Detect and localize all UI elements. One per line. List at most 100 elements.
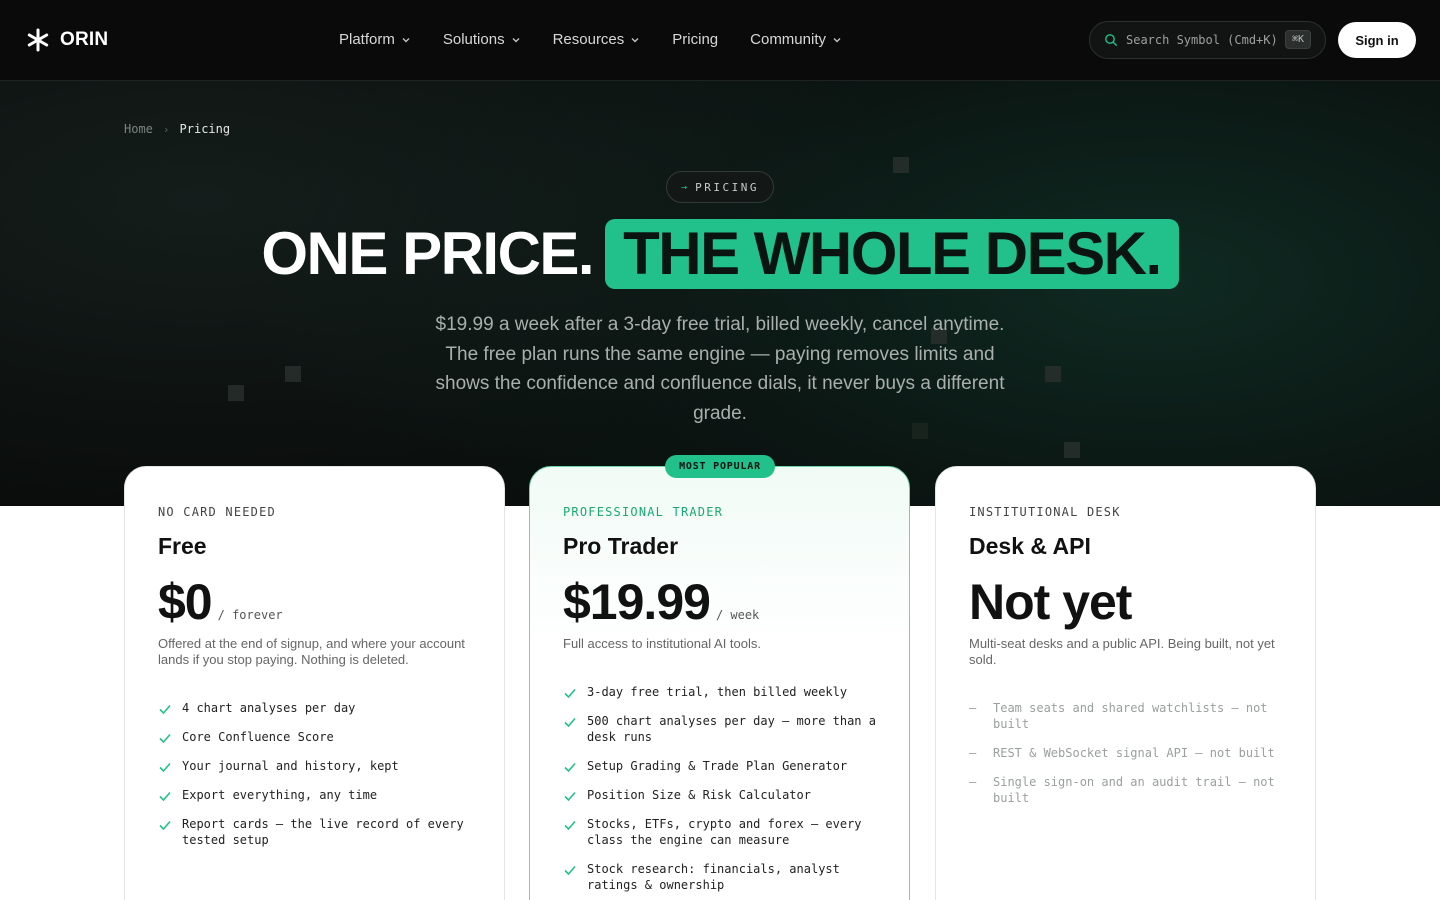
plan-name: Pro Trader: [563, 533, 679, 559]
feature-text: 3-day free trial, then billed weekly: [587, 685, 848, 699]
nav-item-resources[interactable]: Resources: [553, 31, 641, 48]
check-icon: [564, 820, 576, 831]
most-popular-badge: MOST POPULAR: [665, 455, 775, 478]
plan-eyebrow: NO CARD NEEDED: [158, 505, 276, 519]
check-icon: [564, 717, 576, 728]
decor-square: [285, 366, 301, 382]
plan-price: Not yet: [969, 574, 1132, 630]
nav-item-label: Resources: [552, 31, 625, 48]
feature-list: 3-day free trial, then billed weekly 500…: [563, 684, 876, 893]
nav-item-label: Platform: [339, 31, 395, 48]
decor-square: [1064, 442, 1080, 458]
nav-item-pricing[interactable]: Pricing: [672, 31, 718, 48]
chevron-down-icon: [833, 37, 841, 42]
breadcrumb-current: Pricing: [179, 122, 231, 136]
price-row: Not yet: [969, 574, 1282, 630]
brand-name: ORIN: [60, 29, 109, 50]
check-icon: [159, 762, 171, 773]
plan-card-pro: PROFESSIONAL TRADER Pro Trader $19.99 / …: [529, 466, 910, 900]
plan-name: Free: [158, 533, 207, 559]
feature-text: Your journal and history, kept: [182, 759, 399, 773]
section-pill: → PRICING: [666, 171, 774, 203]
brand-logo[interactable]: ORIN: [26, 28, 108, 52]
price-row: $19.99 / week: [563, 574, 876, 630]
check-icon: [159, 791, 171, 802]
feature-item: Export everything, any time: [158, 787, 471, 803]
feature-text: Single sign-on and an audit trail — not …: [993, 775, 1275, 805]
dash-icon: —: [969, 746, 977, 760]
feature-item: — REST & WebSocket signal API — not built: [969, 745, 1282, 761]
feature-text: Report cards — the live record of every …: [182, 817, 464, 847]
chevron-down-icon: [402, 37, 410, 42]
plan-description: Full access to institutional AI tools.: [563, 636, 761, 651]
check-icon: [564, 688, 576, 699]
plan-description: Offered at the end of signup, and where …: [158, 636, 465, 667]
plan-period: / forever: [217, 608, 283, 622]
symbol-search-input[interactable]: Search Symbol (Cmd+K) ⌘K: [1089, 21, 1326, 59]
breadcrumb-separator: ›: [162, 122, 170, 136]
chevron-down-icon: [512, 37, 520, 42]
nav-item-label: Community: [750, 31, 826, 48]
feature-text: Setup Grading & Trade Plan Generator: [587, 759, 848, 773]
check-icon: [564, 762, 576, 773]
feature-text: Stocks, ETFs, crypto and forex — every c…: [587, 817, 862, 847]
feature-item: Setup Grading & Trade Plan Generator: [563, 758, 876, 774]
check-icon: [159, 704, 171, 715]
check-icon: [159, 733, 171, 744]
plan-card-free: NO CARD NEEDED Free $0 / forever Offered…: [124, 466, 505, 900]
check-icon: [159, 820, 171, 831]
plan-price: $0: [158, 574, 213, 630]
price-row: $0 / forever: [158, 574, 471, 630]
decor-square: [893, 157, 909, 173]
search-placeholder: Search Symbol (Cmd+K): [1126, 33, 1278, 47]
chevron-down-icon: [631, 37, 639, 42]
nav-item-solutions[interactable]: Solutions: [443, 31, 521, 48]
top-navbar: ORIN Platform Solutions Resources Pricin…: [0, 0, 1440, 81]
feature-item: Position Size & Risk Calculator: [563, 787, 876, 803]
check-icon: [564, 791, 576, 802]
dash-icon: —: [969, 701, 977, 715]
nav-item-label: Pricing: [672, 31, 719, 48]
dash-icon: —: [969, 775, 977, 789]
plan-card-institutional: INSTITUTIONAL DESK Desk & API Not yet Mu…: [935, 466, 1316, 900]
feature-text: Position Size & Risk Calculator: [587, 788, 811, 802]
page-title: ONE PRICE. THE WHOLE DESK.: [0, 218, 1440, 290]
sign-in-button[interactable]: Sign in: [1338, 22, 1416, 58]
feature-item: — Team seats and shared watchlists — not …: [969, 700, 1282, 732]
plan-description: Multi-seat desks and a public API. Being…: [969, 636, 1275, 667]
feature-item: Stock research: financials, analyst rati…: [563, 861, 876, 893]
feature-item: 500 chart analyses per day — more than a…: [563, 713, 876, 745]
feature-text: Team seats and shared watchlists — not b…: [993, 701, 1268, 731]
feature-list: — Team seats and shared watchlists — not …: [969, 700, 1282, 806]
feature-text: 500 chart analyses per day — more than a…: [587, 714, 876, 744]
decor-square: [228, 385, 244, 401]
headline-white: ONE PRICE.: [261, 220, 594, 287]
feature-item: Report cards — the live record of every …: [158, 816, 471, 848]
feature-item: — Single sign-on and an audit trail — not…: [969, 774, 1282, 806]
feature-item: 3-day free trial, then billed weekly: [563, 684, 876, 700]
feature-item: 4 chart analyses per day: [158, 700, 471, 716]
nav-item-platform[interactable]: Platform: [339, 31, 411, 48]
asterisk-logo-icon: [27, 28, 49, 52]
plan-eyebrow: INSTITUTIONAL DESK: [969, 505, 1121, 519]
hero-subtitle: $19.99 a week after a 3-day free trial, …: [435, 314, 1005, 424]
decor-square: [1045, 366, 1061, 382]
plan-period: / week: [715, 608, 760, 622]
feature-text: Stock research: financials, analyst rati…: [587, 862, 840, 892]
breadcrumb: Home › Pricing: [124, 122, 230, 136]
main-menu: Platform Solutions Resources Pricing Com…: [339, 31, 874, 48]
plan-eyebrow: PROFESSIONAL TRADER: [563, 505, 724, 519]
plan-price: $19.99: [563, 574, 711, 630]
check-icon: [564, 865, 576, 876]
feature-item: Stocks, ETFs, crypto and forex — every c…: [563, 816, 876, 848]
breadcrumb-home-link[interactable]: Home: [124, 122, 153, 136]
search-icon: [1105, 34, 1118, 47]
shortcut-badge: ⌘K: [1284, 30, 1311, 49]
nav-item-label: Solutions: [442, 31, 505, 48]
pill-label: PRICING: [695, 180, 759, 194]
feature-item: Your journal and history, kept: [158, 758, 471, 774]
nav-item-community[interactable]: Community: [750, 31, 842, 48]
plan-name: Desk & API: [969, 533, 1091, 559]
feature-text: Export everything, any time: [182, 788, 378, 802]
feature-text: 4 chart analyses per day: [182, 701, 356, 715]
